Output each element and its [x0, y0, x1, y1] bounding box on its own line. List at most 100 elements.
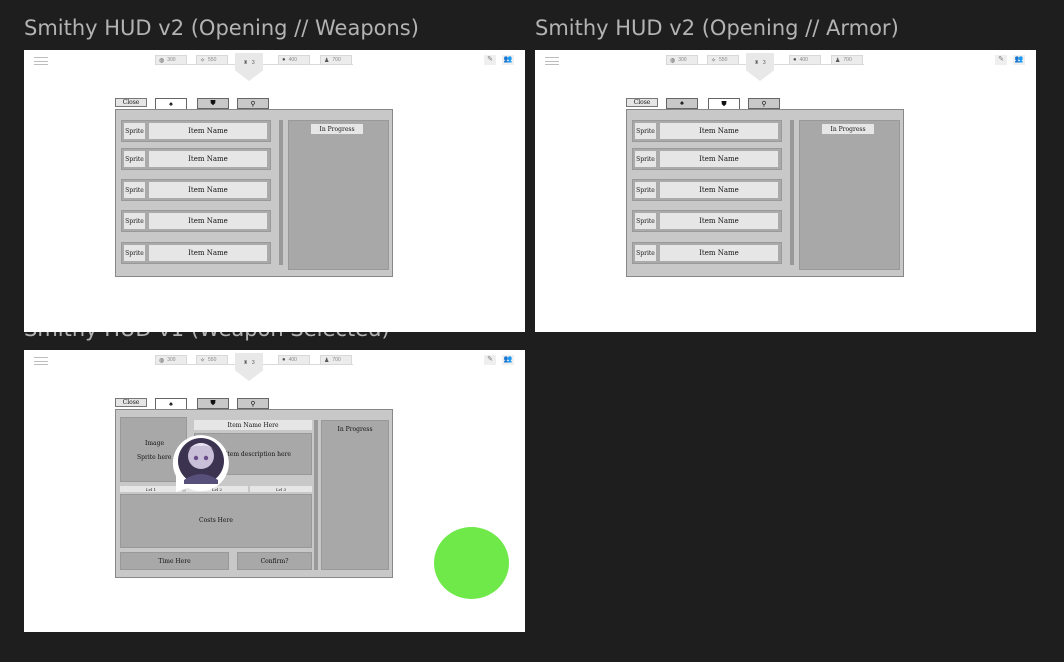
frame-armor: ◍ 300 ✧ 550 ● 400 ♟ 700 ♜ 3 ✎ 👥 Close ♠ ⛊ ⚲ S…: [535, 50, 1036, 332]
frame-weapons: ◍ 300 ✧ 550 ● 400 ♟ 700 ♜ 3 ✎ 👥 Close ♠ ⛊ ⚲ S…: [24, 50, 525, 332]
hammer-icon[interactable]: ✎: [484, 355, 496, 365]
frame-weapon-selected: ◍ 300 ✧ 550 ● 400 ♟ 700 ♜ 3 ✎ 👥 Close ♠ ⛊ ⚲ I…: [24, 350, 525, 632]
shield-icon: ⛊: [210, 99, 216, 107]
list-item[interactable]: Sprite Item Name: [121, 242, 271, 264]
level-3[interactable]: Lvl 3: [250, 486, 312, 492]
hammer-icon[interactable]: ✎: [484, 55, 496, 65]
list-item[interactable]: Sprite Item Name: [632, 210, 782, 232]
item-name: Item Name: [149, 151, 267, 167]
shield-icon: ⛊: [721, 100, 727, 108]
item-name: Item Name: [660, 151, 778, 167]
tower-icon: ♜: [243, 360, 248, 366]
tab-armor[interactable]: ⛊: [197, 398, 229, 409]
cursor-indicator: [434, 527, 509, 599]
list-item[interactable]: Sprite Item Name: [121, 210, 271, 232]
sprite-slot: Sprite: [124, 151, 145, 167]
item-name: Item Name: [660, 245, 778, 261]
item-name: Item Name: [660, 123, 778, 139]
key-icon: ⚲: [250, 400, 256, 408]
in-progress-label: In Progress: [337, 426, 373, 433]
tab-weapons[interactable]: ♠: [666, 98, 698, 109]
resource-sparkle: ✧ 550: [707, 55, 739, 65]
sprite-slot: Sprite: [635, 123, 656, 139]
coin-icon: ◍: [159, 57, 165, 64]
hammer-icon[interactable]: ✎: [995, 55, 1007, 65]
resource-sparkle: ✧ 550: [196, 55, 228, 65]
list-item[interactable]: Sprite Item Name: [632, 242, 782, 264]
in-progress-label: In Progress: [822, 124, 874, 134]
item-name: Item Name: [149, 213, 267, 229]
sprite-slot: Sprite: [124, 213, 145, 229]
level-shield: ♜ 3: [746, 53, 774, 81]
sprite-slot: Sprite: [124, 245, 145, 261]
resource-ore: ● 400: [278, 355, 310, 365]
sprite-label: Sprite here: [137, 454, 172, 461]
list-item[interactable]: Sprite Item Name: [632, 148, 782, 170]
tab-tools[interactable]: ⚲: [237, 98, 269, 109]
in-progress-panel: In Progress: [799, 120, 900, 270]
friends-icon[interactable]: 👥: [502, 55, 514, 65]
item-name: Item Name: [660, 182, 778, 198]
resource-ore: ● 400: [789, 55, 821, 65]
detail-panel: Image Sprite here Item Name Here Item de…: [115, 409, 393, 578]
close-button[interactable]: Close: [115, 98, 147, 107]
shield-icon: ⛊: [210, 399, 216, 407]
list-item[interactable]: Sprite Item Name: [632, 120, 782, 142]
item-name: Item Name: [149, 182, 267, 198]
menu-icon[interactable]: [34, 357, 48, 365]
time-box: Time Here: [120, 552, 229, 570]
list-item[interactable]: Sprite Item Name: [121, 179, 271, 201]
resource-statue: ♟ 700: [320, 355, 352, 365]
sprite-slot: Sprite: [635, 151, 656, 167]
resource-coin: ◍ 300: [155, 355, 187, 365]
sprite-slot: Sprite: [124, 123, 145, 139]
resource-coin: ◍ 300: [155, 55, 187, 65]
in-progress-panel: In Progress: [288, 120, 389, 270]
scrollbar[interactable]: [790, 120, 794, 265]
friends-icon[interactable]: 👥: [1013, 55, 1025, 65]
sword-icon: ♠: [680, 100, 684, 107]
sprite-slot: Sprite: [635, 213, 656, 229]
menu-icon[interactable]: [34, 57, 48, 65]
item-name: Item Name: [660, 213, 778, 229]
list-item[interactable]: Sprite Item Name: [121, 148, 271, 170]
sparkle-icon: ✧: [200, 357, 206, 364]
list-item[interactable]: Sprite Item Name: [632, 179, 782, 201]
costs-label: Costs Here: [199, 517, 233, 524]
item-name: Item Name: [149, 123, 267, 139]
tower-icon: ♜: [243, 60, 248, 66]
coin-icon: ◍: [670, 57, 676, 64]
close-button[interactable]: Close: [115, 398, 147, 407]
level-shield: ♜ 3: [235, 53, 263, 81]
resource-statue: ♟ 700: [831, 55, 863, 65]
tab-tools[interactable]: ⚲: [237, 398, 269, 409]
tab-tools[interactable]: ⚲: [748, 98, 780, 109]
resource-ore: ● 400: [278, 55, 310, 65]
sword-icon: ♠: [169, 401, 173, 408]
sprite-slot: Sprite: [635, 182, 656, 198]
statue-icon: ♟: [324, 57, 330, 64]
scrollbar[interactable]: [314, 420, 318, 570]
tower-icon: ♜: [754, 60, 759, 66]
close-button[interactable]: Close: [626, 98, 658, 107]
key-icon: ⚲: [761, 100, 767, 108]
scrollbar[interactable]: [279, 120, 283, 265]
statue-icon: ♟: [324, 357, 330, 364]
list-item[interactable]: Sprite Item Name: [121, 120, 271, 142]
sprite-slot: Sprite: [635, 245, 656, 261]
image-label: Image: [145, 440, 165, 447]
sparkle-icon: ✧: [711, 57, 717, 64]
confirm-button[interactable]: Confirm?: [237, 552, 312, 570]
resource-sparkle: ✧ 550: [196, 355, 228, 365]
menu-icon[interactable]: [545, 57, 559, 65]
statue-icon: ♟: [835, 57, 841, 64]
item-name: Item Name: [149, 245, 267, 261]
item-panel: Sprite Item Name Sprite Item Name Sprite It…: [115, 109, 393, 277]
frame-title-armor: Smithy HUD v2 (Opening // Armor): [535, 16, 899, 40]
friends-icon[interactable]: 👥: [502, 355, 514, 365]
ore-icon: ●: [282, 57, 286, 63]
collaborator-avatar: [172, 435, 229, 492]
tab-armor[interactable]: ⛊: [197, 98, 229, 109]
ore-icon: ●: [793, 57, 797, 63]
in-progress-panel: In Progress: [321, 420, 389, 570]
